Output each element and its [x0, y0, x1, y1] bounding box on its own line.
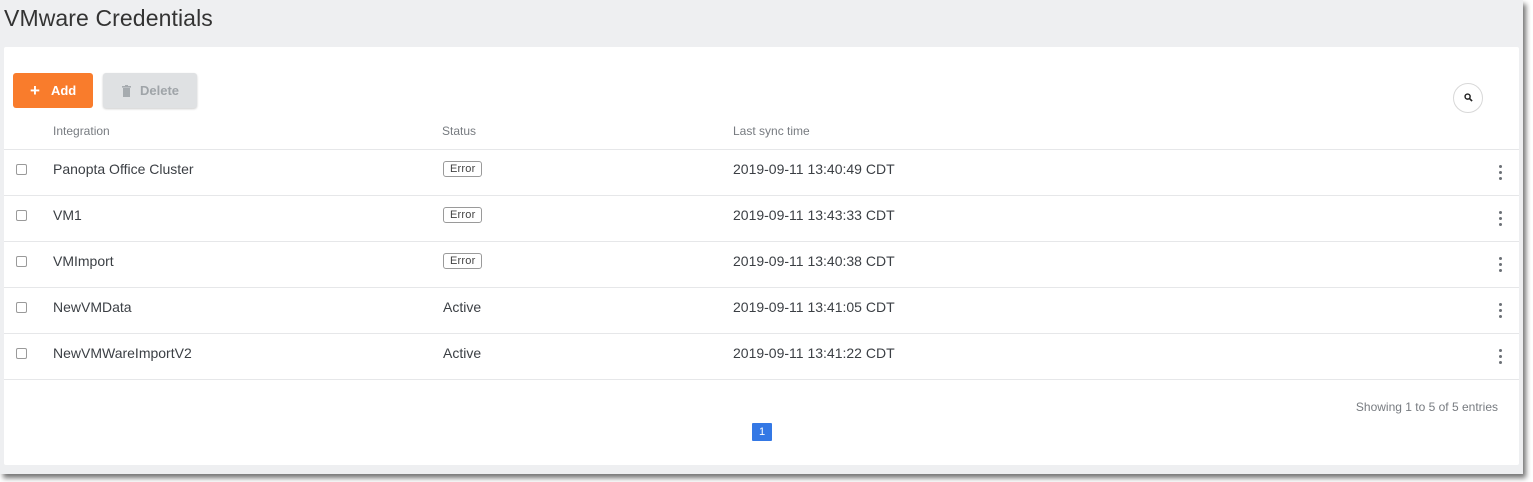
integration-name[interactable]: NewVMData — [53, 299, 132, 315]
integration-name[interactable]: NewVMWareImportV2 — [53, 345, 192, 361]
row-checkbox[interactable] — [16, 164, 27, 175]
row-checkbox[interactable] — [16, 302, 27, 313]
integration-name[interactable]: VMImport — [53, 253, 114, 269]
last-sync-time: 2019-09-11 13:41:05 CDT — [733, 299, 895, 315]
credentials-card: + Add Delete Integration Status Last syn… — [4, 47, 1519, 465]
row-checkbox[interactable] — [16, 348, 27, 359]
entries-summary: Showing 1 to 5 of 5 entries — [1355, 400, 1498, 414]
table-row: VMImport Error 2019-09-11 13:40:38 CDT — [4, 241, 1519, 287]
trash-icon — [122, 85, 131, 97]
integration-name[interactable]: VM1 — [53, 207, 82, 223]
pagination-page-1[interactable]: 1 — [752, 423, 772, 441]
table-row: NewVMData Active 2019-09-11 13:41:05 CDT — [4, 287, 1519, 333]
plus-icon: + — [30, 81, 40, 100]
app-window: VMware Credentials + Add Delete Integrat… — [0, 0, 1523, 474]
kebab-menu-icon[interactable] — [1495, 303, 1505, 321]
last-sync-time: 2019-09-11 13:40:38 CDT — [733, 253, 895, 269]
kebab-menu-icon[interactable] — [1495, 165, 1505, 183]
last-sync-time: 2019-09-11 13:41:22 CDT — [733, 345, 895, 361]
status-badge: Error — [443, 253, 483, 269]
status-text: Active — [443, 345, 482, 361]
add-button-label: Add — [50, 83, 77, 98]
integration-name[interactable]: Panopta Office Cluster — [53, 161, 194, 177]
page-title: VMware Credentials — [4, 5, 213, 31]
row-checkbox[interactable] — [16, 210, 27, 221]
search-icon — [1463, 89, 1473, 107]
last-sync-time: 2019-09-11 13:43:33 CDT — [733, 207, 895, 223]
last-sync-time: 2019-09-11 13:40:49 CDT — [733, 161, 895, 177]
kebab-menu-icon[interactable] — [1495, 211, 1505, 229]
table-row: NewVMWareImportV2 Active 2019-09-11 13:4… — [4, 333, 1519, 380]
status-badge: Error — [443, 207, 483, 223]
table-row: VM1 Error 2019-09-11 13:43:33 CDT — [4, 195, 1519, 241]
add-button[interactable]: + Add — [13, 73, 93, 108]
column-header-integration[interactable]: Integration — [53, 124, 110, 138]
row-checkbox[interactable] — [16, 256, 27, 267]
column-header-last-sync[interactable]: Last sync time — [733, 124, 810, 138]
search-button[interactable] — [1453, 83, 1483, 113]
kebab-menu-icon[interactable] — [1495, 257, 1505, 275]
column-header-status[interactable]: Status — [442, 124, 476, 138]
table-row: Panopta Office Cluster Error 2019-09-11 … — [4, 149, 1519, 195]
status-badge: Error — [443, 161, 483, 177]
delete-button-label: Delete — [140, 83, 180, 98]
delete-button[interactable]: Delete — [103, 73, 197, 108]
kebab-menu-icon[interactable] — [1495, 349, 1505, 367]
status-text: Active — [443, 299, 482, 315]
